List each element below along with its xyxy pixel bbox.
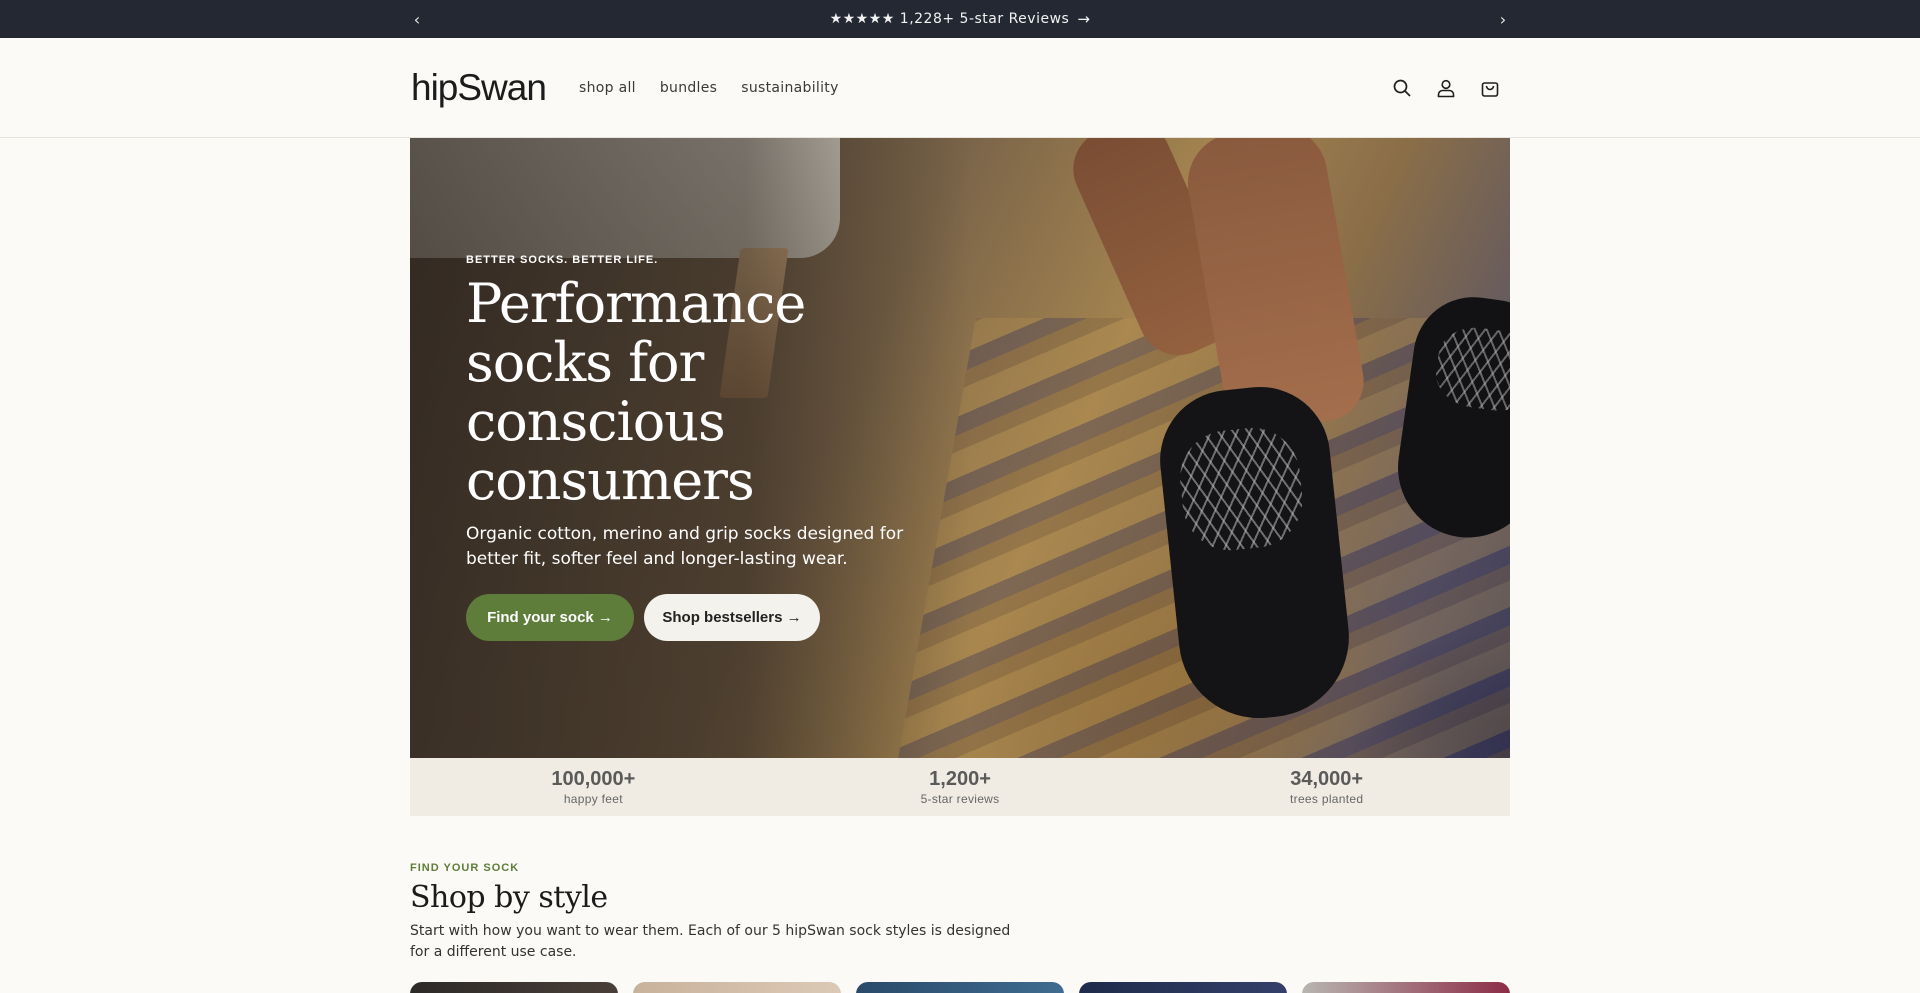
announcement-next-button[interactable]: › <box>1491 0 1515 38</box>
account-icon[interactable] <box>1434 76 1458 100</box>
stat-value: 34,000+ <box>1290 768 1364 790</box>
style-card[interactable] <box>1302 982 1510 993</box>
shop-bestsellers-button[interactable]: Shop bestsellers → <box>644 594 820 641</box>
announcement-message[interactable]: ★★★★★ 1,228+ 5-star Reviews → <box>0 0 1920 38</box>
stat-item: 1,200+ 5-star reviews <box>777 758 1144 816</box>
section-title: Shop by style <box>410 880 608 915</box>
logo[interactable]: hipSwan <box>411 64 547 112</box>
announcement-bar: ‹ ★★★★★ 1,228+ 5-star Reviews → › <box>0 0 1920 38</box>
hero-buttons: Find your sock → Shop bestsellers → <box>466 594 820 641</box>
stat-value: 100,000+ <box>551 768 636 790</box>
nav-shop-all[interactable]: shop all <box>579 80 636 96</box>
header-icons <box>1390 38 1502 138</box>
site-header: hipSwan shop all bundles sustainability <box>0 38 1920 138</box>
nav-bundles[interactable]: bundles <box>660 80 717 96</box>
section-description: Start with how you want to wear them. Ea… <box>410 923 1011 960</box>
style-card[interactable] <box>633 982 841 993</box>
cart-icon[interactable] <box>1478 76 1502 100</box>
stat-label: happy feet <box>563 792 623 806</box>
style-card[interactable] <box>856 982 1064 993</box>
shop-by-style-section: FIND YOUR SOCK Shop by style Start with … <box>410 862 1510 963</box>
find-your-sock-button[interactable]: Find your sock → <box>466 594 634 641</box>
section-eyebrow: FIND YOUR SOCK <box>410 862 520 874</box>
hero-banner: BETTER SOCKS. BETTER LIFE. Performance s… <box>410 138 1510 758</box>
style-card[interactable] <box>1079 982 1287 993</box>
hero-copy: BETTER SOCKS. BETTER LIFE. Performance s… <box>466 254 936 572</box>
announcement-text: ★★★★★ 1,228+ 5-star Reviews <box>829 11 1070 27</box>
search-icon[interactable] <box>1390 76 1414 100</box>
stat-item: 100,000+ happy feet <box>410 758 777 816</box>
nav-sustainability[interactable]: sustainability <box>741 80 838 96</box>
stat-label: 5-star reviews <box>920 792 1000 806</box>
main-nav: shop all bundles sustainability <box>579 38 839 138</box>
stats-bar: 100,000+ happy feet 1,200+ 5-star review… <box>410 758 1510 816</box>
hero-eyebrow: BETTER SOCKS. BETTER LIFE. <box>466 254 659 266</box>
style-cards <box>410 982 1510 993</box>
style-card[interactable] <box>410 982 618 993</box>
stat-item: 34,000+ trees planted <box>1143 758 1510 816</box>
hero-subtitle: Organic cotton, merino and grip socks de… <box>466 524 904 569</box>
hero-title: Performance socks for conscious consumer… <box>466 272 806 512</box>
stat-value: 1,200+ <box>929 768 991 790</box>
stat-label: trees planted <box>1290 792 1364 806</box>
arrow-right-icon: → <box>1077 10 1091 28</box>
